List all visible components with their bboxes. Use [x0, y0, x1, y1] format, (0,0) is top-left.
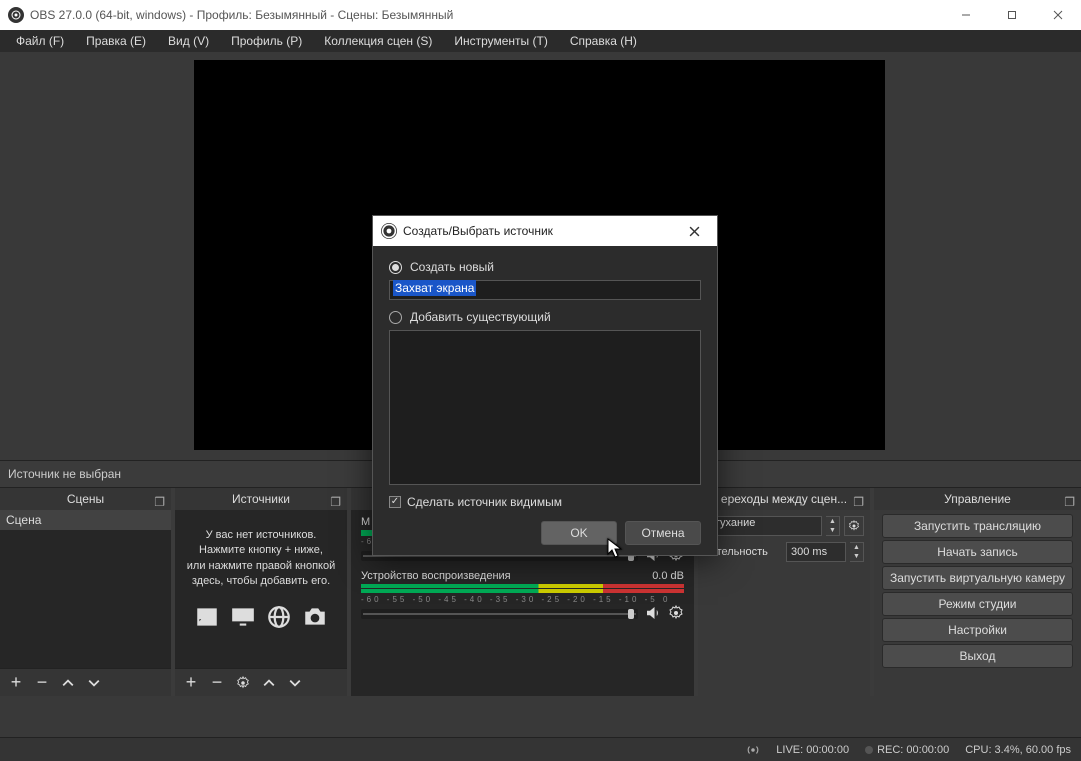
window-titlebar: OBS 27.0.0 (64-bit, windows) - Профиль: … — [0, 0, 1081, 30]
existing-sources-list[interactable] — [389, 330, 701, 485]
controls-header: Управление ❐ — [874, 488, 1081, 510]
add-source-button[interactable]: + — [179, 671, 203, 695]
source-up-button[interactable] — [257, 671, 281, 695]
cancel-button[interactable]: Отмена — [625, 521, 701, 545]
settings-button[interactable]: Настройки — [882, 618, 1073, 642]
menu-scene-collection[interactable]: Коллекция сцен (S) — [314, 32, 442, 50]
create-source-dialog: Создать/Выбрать источник Создать новый З… — [372, 215, 718, 556]
speaker-icon[interactable] — [644, 604, 662, 622]
globe-icon — [266, 604, 292, 630]
add-scene-button[interactable]: + — [4, 671, 28, 695]
scene-item[interactable]: Сцена — [0, 510, 171, 530]
dialog-titlebar[interactable]: Создать/Выбрать источник — [373, 216, 717, 246]
remove-source-button[interactable]: − — [205, 671, 229, 695]
display-icon — [230, 604, 256, 630]
scene-down-button[interactable] — [82, 671, 106, 695]
popout-icon[interactable]: ❐ — [1064, 491, 1075, 513]
cpu-status: CPU: 3.4%, 60.00 fps — [965, 744, 1071, 756]
source-type-icons — [175, 604, 347, 630]
start-virtual-cam-button[interactable]: Запустить виртуальную камеру — [882, 566, 1073, 590]
source-name-input[interactable]: Захват экрана — [389, 280, 701, 300]
controls-panel: Управление ❐ Запустить трансляцию Начать… — [874, 488, 1081, 696]
minimize-button[interactable] — [943, 0, 989, 30]
status-bar: LIVE: 00:00:00 REC: 00:00:00 CPU: 3.4%, … — [0, 737, 1081, 761]
scenes-header: Сцены ❐ — [0, 488, 171, 510]
live-status: LIVE: 00:00:00 — [776, 744, 849, 756]
menu-bar: Файл (F) Правка (E) Вид (V) Профиль (P) … — [0, 30, 1081, 52]
transitions-header: ереходы между сцен... ❐ — [698, 488, 870, 510]
mixer-channel-2: Устройство воспроизведения0.0 dB -60 -55… — [361, 570, 684, 622]
volume-slider[interactable] — [361, 609, 638, 619]
dialog-title: Создать/Выбрать источник — [403, 224, 553, 238]
rec-status: REC: 00:00:00 — [877, 744, 949, 756]
image-icon — [194, 604, 220, 630]
remove-scene-button[interactable]: − — [30, 671, 54, 695]
broadcast-icon — [746, 743, 760, 757]
menu-tools[interactable]: Инструменты (T) — [444, 32, 557, 50]
duration-spinbox[interactable]: 300 ms — [786, 542, 846, 562]
spinbox-arrows[interactable]: ▲▼ — [850, 542, 864, 562]
source-settings-button[interactable] — [231, 671, 255, 695]
ok-button[interactable]: OK — [541, 521, 617, 545]
start-streaming-button[interactable]: Запустить трансляцию — [882, 514, 1073, 538]
close-button[interactable] — [1035, 0, 1081, 30]
dropdown-arrow[interactable]: ▲▼ — [826, 516, 840, 536]
window-title: OBS 27.0.0 (64-bit, windows) - Профиль: … — [30, 8, 453, 22]
no-source-label: Источник не выбран — [8, 467, 121, 481]
make-visible-checkbox[interactable]: ✓ Сделать источник видимым — [389, 495, 701, 509]
record-dot-icon — [865, 746, 873, 754]
add-existing-radio[interactable]: Добавить существующий — [389, 310, 701, 324]
no-sources-hint: У вас нет источников. Нажмите кнопку + н… — [175, 510, 347, 596]
menu-file[interactable]: Файл (F) — [6, 32, 74, 50]
vu-meter — [361, 584, 684, 594]
transition-settings-button[interactable] — [844, 516, 864, 536]
scenes-panel: Сцены ❐ Сцена + − — [0, 488, 171, 696]
exit-button[interactable]: Выход — [882, 644, 1073, 668]
sources-header: Источники ❐ — [175, 488, 347, 510]
obs-logo-icon — [381, 223, 397, 239]
maximize-button[interactable] — [989, 0, 1035, 30]
source-down-button[interactable] — [283, 671, 307, 695]
scene-up-button[interactable] — [56, 671, 80, 695]
studio-mode-button[interactable]: Режим студии — [882, 592, 1073, 616]
menu-profile[interactable]: Профиль (P) — [221, 32, 312, 50]
menu-help[interactable]: Справка (H) — [560, 32, 647, 50]
radio-icon — [389, 261, 402, 274]
menu-edit[interactable]: Правка (E) — [76, 32, 156, 50]
obs-logo-icon — [8, 7, 24, 23]
dialog-close-button[interactable] — [679, 216, 709, 246]
menu-view[interactable]: Вид (V) — [158, 32, 219, 50]
radio-icon — [389, 311, 402, 324]
gear-icon[interactable] — [668, 605, 684, 621]
checkbox-icon: ✓ — [389, 496, 401, 508]
transitions-panel: ереходы между сцен... ❐ атухание ▲▼ лите… — [698, 488, 870, 696]
camera-icon — [302, 604, 328, 630]
sources-body[interactable]: У вас нет источников. Нажмите кнопку + н… — [175, 510, 347, 668]
transition-select[interactable]: атухание — [704, 516, 822, 536]
popout-icon[interactable]: ❐ — [853, 491, 864, 513]
sources-panel: Источники ❐ У вас нет источников. Нажмит… — [175, 488, 347, 696]
start-recording-button[interactable]: Начать запись — [882, 540, 1073, 564]
create-new-radio[interactable]: Создать новый — [389, 260, 701, 274]
